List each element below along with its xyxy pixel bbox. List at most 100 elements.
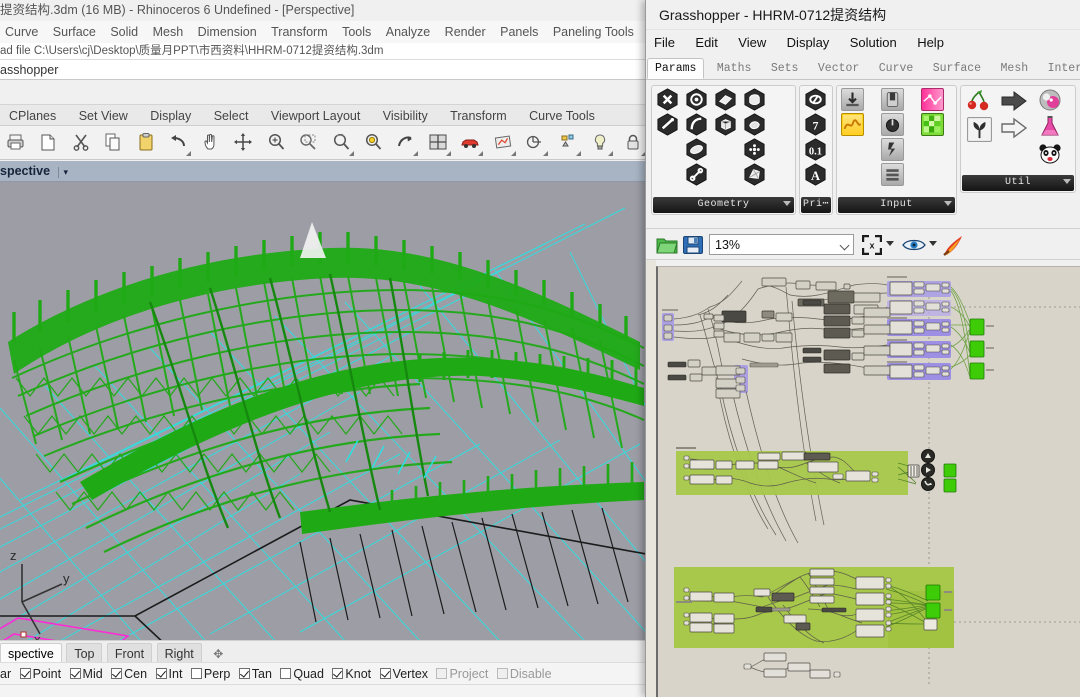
toolbar-tab-display[interactable]: Display [141, 105, 200, 125]
colour-swatch-icon[interactable] [921, 113, 944, 136]
undo-icon[interactable] [164, 129, 192, 157]
zoom-extents-icon[interactable]: x [862, 235, 882, 260]
osnap-int[interactable]: Int [155, 663, 182, 684]
ribbon-group-label-primitive[interactable]: Pri⋯ [801, 197, 831, 213]
menu-item-curve[interactable]: Curve [0, 21, 43, 43]
tab-maths[interactable]: Maths [710, 59, 759, 79]
checkbox-icon[interactable] [238, 668, 250, 679]
chevron-down-icon[interactable] [783, 201, 791, 206]
bake-icon[interactable] [942, 233, 968, 262]
grasshopper-component-tabs[interactable]: Params Maths Sets Vector Curve Surface M… [646, 58, 1080, 79]
perspective-viewport[interactable]: z y x [0, 182, 646, 640]
cherry-icon[interactable] [966, 88, 992, 114]
osnap-perp[interactable]: Perp [190, 663, 230, 684]
open-folder-icon[interactable] [656, 234, 678, 260]
zoom-extents-dropdown-arrow-icon[interactable] [886, 241, 894, 246]
command-prompt[interactable]: asshopper [0, 60, 660, 80]
ribbon-group-label-util[interactable]: Util [962, 175, 1074, 191]
toolbar-tab-curve-tools[interactable]: Curve Tools [520, 105, 604, 125]
param-geometry-icon[interactable] [656, 88, 679, 111]
toolbar-tab-transform[interactable]: Transform [441, 105, 516, 125]
panda-icon[interactable] [1037, 141, 1063, 167]
tab-vector[interactable]: Vector [811, 59, 866, 79]
tab-surface[interactable]: Surface [926, 59, 988, 79]
param-arc-icon[interactable] [685, 113, 708, 136]
cut-scissors-icon[interactable] [67, 129, 95, 157]
param-plane-icon[interactable] [714, 88, 737, 111]
param-number-icon[interactable]: 0.1 [804, 138, 827, 161]
gh-menu-view[interactable]: View [730, 30, 774, 56]
osnap-quad[interactable]: Quad [280, 663, 324, 684]
save-floppy-icon[interactable] [682, 234, 704, 260]
param-mesh-icon[interactable] [743, 163, 766, 186]
import-data-icon[interactable] [841, 88, 864, 111]
light-bulb-icon[interactable] [586, 129, 614, 157]
checkbox-icon[interactable] [19, 668, 31, 679]
preview-dropdown-arrow-icon[interactable] [929, 241, 937, 246]
chevron-down-icon[interactable] [1063, 179, 1071, 184]
named-view-icon[interactable] [554, 129, 582, 157]
gh-menu-solution[interactable]: Solution [842, 30, 905, 56]
gradient-icon[interactable] [921, 88, 944, 111]
checkbox-icon[interactable] [496, 668, 508, 679]
menu-item-surface[interactable]: Surface [48, 21, 101, 43]
gh-menu-help[interactable]: Help [909, 30, 952, 56]
flask-icon[interactable] [1037, 114, 1063, 140]
osnap-project[interactable]: Project [436, 663, 488, 684]
toolbar-tab-cplanes[interactable]: CPlanes [0, 105, 65, 125]
param-box-icon[interactable] [714, 113, 737, 136]
chevron-down-icon[interactable] [944, 201, 952, 206]
osnap-vertex[interactable]: Vertex [379, 663, 428, 684]
checkbox-icon[interactable] [280, 668, 292, 679]
gh-menu-file[interactable]: File [646, 30, 683, 56]
zoom-selected-icon[interactable] [327, 129, 355, 157]
ribbon-group-label-geometry[interactable]: Geometry [653, 197, 794, 213]
checkbox-icon[interactable] [332, 668, 344, 679]
jitter-tree-icon[interactable] [967, 117, 992, 142]
viewport-tab-right[interactable]: Right [156, 643, 202, 662]
param-integer-icon[interactable]: 7 [804, 113, 827, 136]
param-circle-icon[interactable] [685, 88, 708, 111]
param-mesh-face-icon[interactable] [743, 113, 766, 136]
tab-mesh[interactable]: Mesh [994, 59, 1036, 79]
checkbox-icon[interactable] [69, 668, 81, 679]
viewport-tab-top[interactable]: Top [66, 643, 103, 662]
osnap-bar[interactable]: ar Point Mid Cen Int Perp Tan Quad Knot … [0, 662, 660, 684]
pan-hand-icon[interactable] [197, 129, 225, 157]
grasshopper-canvas[interactable] [656, 266, 1080, 697]
add-viewport-tab-button[interactable]: ✥ [206, 644, 230, 662]
render-car-icon[interactable] [456, 129, 484, 157]
data-right-hollow-icon[interactable] [1000, 117, 1028, 139]
copy-icon[interactable] [99, 129, 127, 157]
toolbar-tab-select[interactable]: Select [205, 105, 258, 125]
tab-params[interactable]: Params [647, 58, 705, 79]
graph-mapper-icon[interactable] [841, 113, 864, 136]
menu-item-paneling-tools[interactable]: Paneling Tools [548, 21, 639, 43]
checkbox-icon[interactable] [155, 668, 167, 679]
menu-item-dimension[interactable]: Dimension [193, 21, 262, 43]
viewport-title-bar[interactable]: spective ▾ [0, 161, 660, 182]
menu-item-tools[interactable]: Tools [337, 21, 376, 43]
param-curve-icon[interactable] [656, 113, 679, 136]
viewport-tab-perspective[interactable]: spective [0, 643, 62, 662]
render-preview-icon[interactable] [489, 129, 517, 157]
viewport-tab-front[interactable]: Front [106, 643, 153, 662]
osnap-mid[interactable]: Mid [69, 663, 103, 684]
osnap-tan[interactable]: Tan [238, 663, 272, 684]
osnap-disable[interactable]: Disable [496, 663, 552, 684]
cluster-icon[interactable] [1037, 87, 1063, 113]
grasshopper-menu-bar[interactable]: File Edit View Display Solution Help [646, 30, 1080, 56]
param-text-icon[interactable]: A [804, 163, 827, 186]
value-list-icon[interactable] [881, 163, 904, 186]
checkbox-icon[interactable] [379, 668, 391, 679]
rhino-toolbar-tabstrip[interactable]: CPlanes Set View Display Select Viewport… [0, 104, 660, 126]
osnap-point[interactable]: Point [19, 663, 61, 684]
toolbar-tab-set-view[interactable]: Set View [70, 105, 137, 125]
lock-icon[interactable] [619, 129, 647, 157]
rhino-menu-bar[interactable]: Curve Surface Solid Mesh Dimension Trans… [0, 21, 660, 43]
viewport-layout-icon[interactable] [424, 129, 452, 157]
rotate-view-icon[interactable] [391, 129, 419, 157]
tab-intersect[interactable]: Intersect [1041, 59, 1080, 79]
toolbar-tab-visibility[interactable]: Visibility [374, 105, 437, 125]
param-surface-icon[interactable] [685, 138, 708, 161]
